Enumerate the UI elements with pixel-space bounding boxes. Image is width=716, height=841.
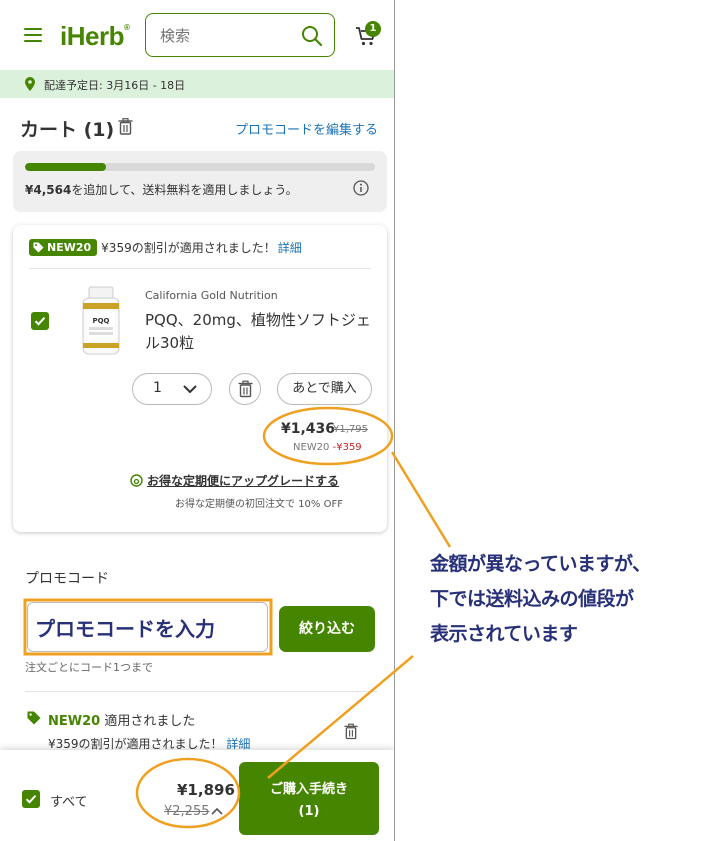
chevron-up-icon[interactable]: [211, 806, 223, 816]
shipping-progress-fill: [25, 163, 106, 171]
item-discount-amount: -¥359: [332, 442, 362, 453]
app-header: iHerb® 1: [0, 0, 394, 70]
autoship-upgrade-link[interactable]: お得な定期便にアップグレードする: [147, 472, 339, 489]
clear-cart-trash-icon[interactable]: [118, 118, 133, 135]
promo-applied-message: ¥359の割引が適用されました！: [101, 241, 276, 255]
autoship-discount-note: お得な定期便の初回注文で 10% OFF: [175, 499, 343, 510]
info-icon[interactable]: [353, 180, 369, 196]
item-original-price: ¥1,795: [333, 424, 368, 435]
save-for-later-button[interactable]: あとで購入: [277, 373, 372, 405]
checkout-button[interactable]: ご購入手続き (1): [239, 762, 379, 835]
item-discount-code: NEW20: [293, 442, 330, 453]
checkmark-icon: [34, 317, 46, 326]
remove-promo-trash-icon[interactable]: [344, 723, 358, 740]
edit-promo-code-link[interactable]: プロモコードを編集する: [235, 119, 378, 138]
annotation-line: 金額が異なっていますが、: [430, 553, 651, 575]
divider: [29, 268, 371, 269]
promo-code-input[interactable]: [27, 602, 268, 652]
item-discount-line: NEW20 -¥359: [293, 442, 362, 453]
shipping-message: ¥4,564を追加して、送料無料を適用しましょう。: [25, 181, 298, 198]
cart-count-badge: 1: [365, 21, 381, 37]
promo-code-label: プロモコード: [25, 571, 109, 587]
product-brand[interactable]: California Gold Nutrition: [145, 289, 278, 302]
search-input[interactable]: [158, 23, 292, 49]
divider: [25, 691, 377, 692]
checkout-bar: すべて ¥1,896 ¥2,255 ご購入手続き (1): [0, 750, 394, 841]
applied-promo-code: NEW20: [48, 714, 101, 729]
shipping-progress-bar: [25, 163, 375, 171]
cart-item-card: NEW20 ¥359の割引が適用されました！ 詳細 PQQ California …: [13, 225, 387, 532]
tag-icon: [33, 242, 44, 253]
location-pin-icon: [25, 77, 35, 91]
apply-promo-button[interactable]: 絞り込む: [279, 606, 375, 652]
autoship-icon: [130, 474, 143, 487]
promo-applied-row: NEW20 ¥359の割引が適用されました！ 詳細: [29, 237, 302, 257]
checkout-button-label: ご購入手続き: [269, 782, 348, 797]
free-shipping-progress: ¥4,564を追加して、送料無料を適用しましょう。: [13, 151, 387, 212]
select-all-checkbox[interactable]: [22, 790, 40, 808]
delivery-estimate-text: 配達予定日: 3月16日 - 18日: [44, 79, 186, 92]
quantity-value: 1: [153, 380, 162, 396]
applied-promo-title: NEW20 適用されました: [48, 710, 195, 729]
tag-icon: [27, 711, 41, 725]
search-box: [145, 13, 335, 57]
item-price: ¥1,436: [281, 421, 336, 437]
quantity-select[interactable]: 1: [132, 373, 212, 405]
checkmark-icon: [25, 795, 37, 804]
shipping-amount: ¥4,564: [25, 183, 72, 197]
order-total: ¥1,896: [177, 781, 235, 799]
search-icon[interactable]: [300, 24, 324, 48]
applied-promo-suffix: 適用されました: [100, 714, 196, 729]
promo-badge: NEW20: [29, 239, 98, 256]
annotation-callout-text: 金額が異なっていますが、 下では送料込みの値段が 表示されています: [430, 547, 716, 652]
select-all-label[interactable]: すべて: [50, 791, 88, 810]
trash-icon: [238, 380, 253, 398]
mobile-cart-screen: iHerb® 1 配達予定日: 3月16日 - 18日 カート (1) プロモコ…: [0, 0, 395, 841]
menu-icon[interactable]: [24, 28, 42, 42]
remove-item-button[interactable]: [229, 373, 261, 405]
order-original-total: ¥2,255: [164, 804, 210, 819]
product-image[interactable]: PQQ: [79, 285, 123, 357]
shipping-message-text: を追加して、送料無料を適用しましょう。: [71, 183, 298, 197]
callout-line-upper: [390, 451, 452, 548]
promo-details-link[interactable]: 詳細: [278, 241, 302, 255]
product-name[interactable]: PQQ、20mg、植物性ソフトジェル30粒: [145, 309, 375, 355]
item-checkbox[interactable]: [31, 312, 49, 330]
checkout-button-count: (1): [298, 804, 320, 819]
applied-promo-message: ¥359の割引が適用されました！: [48, 737, 223, 751]
promo-badge-code: NEW20: [47, 241, 92, 254]
annotation-line: 下では送料込みの値段が: [430, 588, 634, 610]
annotation-line: 表示されています: [430, 623, 578, 645]
product-image-label: PQQ: [92, 317, 109, 325]
delivery-estimate-bar: 配達予定日: 3月16日 - 18日: [0, 70, 394, 98]
cart-title: カート (1): [20, 119, 115, 141]
applied-promo-details-link[interactable]: 詳細: [226, 737, 250, 751]
promo-code-note: 注文ごとにコード1つまで: [25, 661, 153, 674]
chevron-down-icon: [183, 385, 197, 394]
iherb-logo[interactable]: iHerb®: [60, 21, 130, 52]
